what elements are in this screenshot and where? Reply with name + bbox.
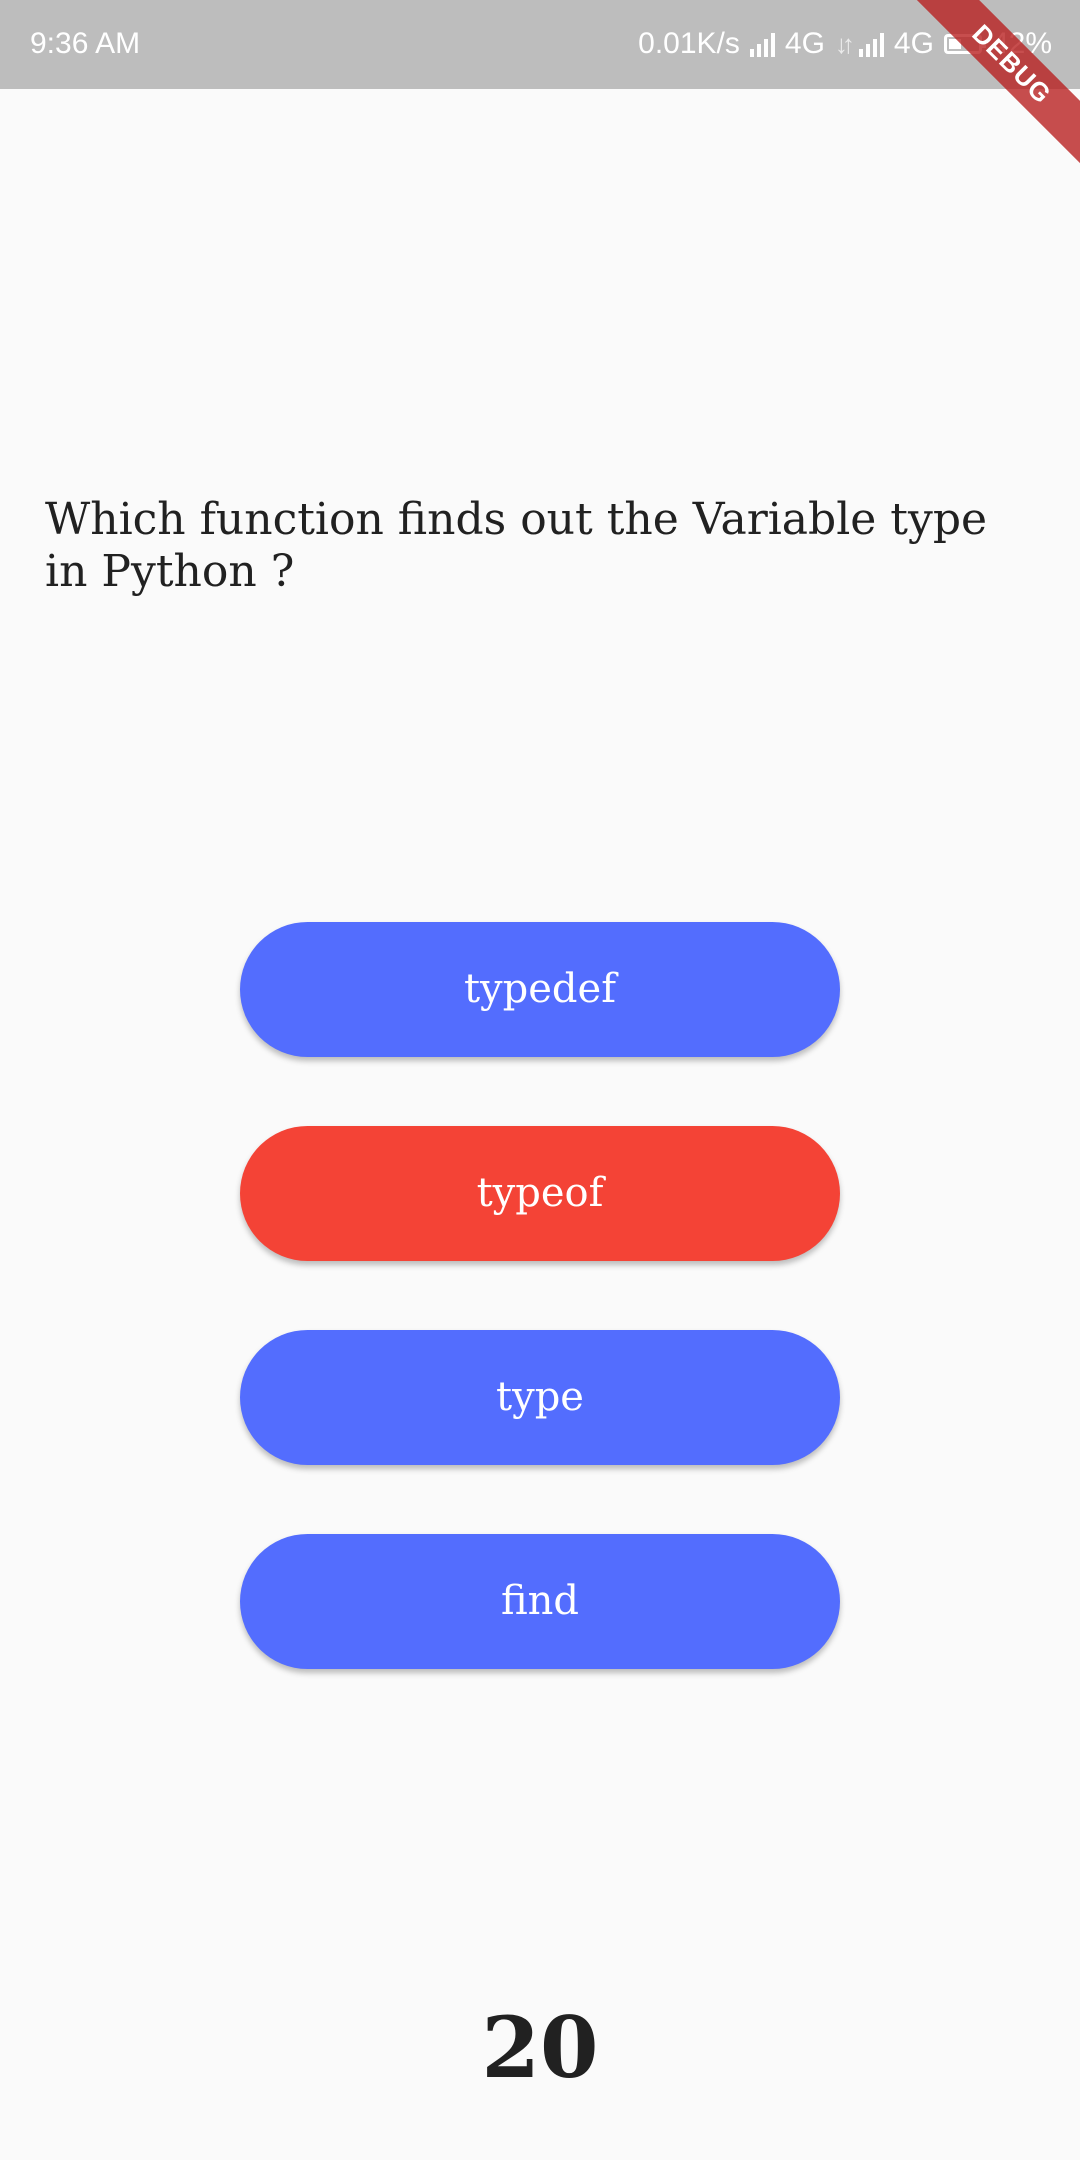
- battery-level: 42%: [991, 27, 1052, 60]
- status-bar: 9:36 AM 0.01K/s 4G ↓↑ 4G 42%: [0, 0, 1080, 89]
- sync-icon: ↓↑: [834, 28, 855, 59]
- network-type-1: 4G: [784, 27, 825, 60]
- answer-button-type[interactable]: type: [240, 1330, 840, 1465]
- question-counter: 20: [481, 1998, 599, 2097]
- answer-list: typedef typeof type find: [240, 922, 840, 1738]
- status-time: 9:36 AM: [30, 27, 141, 60]
- status-icons: 0.01K/s 4G ↓↑ 4G 42%: [638, 27, 1052, 61]
- network-speed: 0.01K/s: [638, 27, 740, 60]
- signal-icon: [858, 31, 884, 57]
- answer-button-find[interactable]: find: [240, 1534, 840, 1669]
- question-text: Which function finds out the Variable ty…: [45, 494, 988, 597]
- answer-button-typedef[interactable]: typedef: [240, 922, 840, 1057]
- signal-icon: [749, 31, 775, 57]
- battery-icon: [943, 34, 986, 54]
- answer-button-typeof[interactable]: typeof: [240, 1126, 840, 1261]
- network-type-2: 4G: [893, 27, 934, 60]
